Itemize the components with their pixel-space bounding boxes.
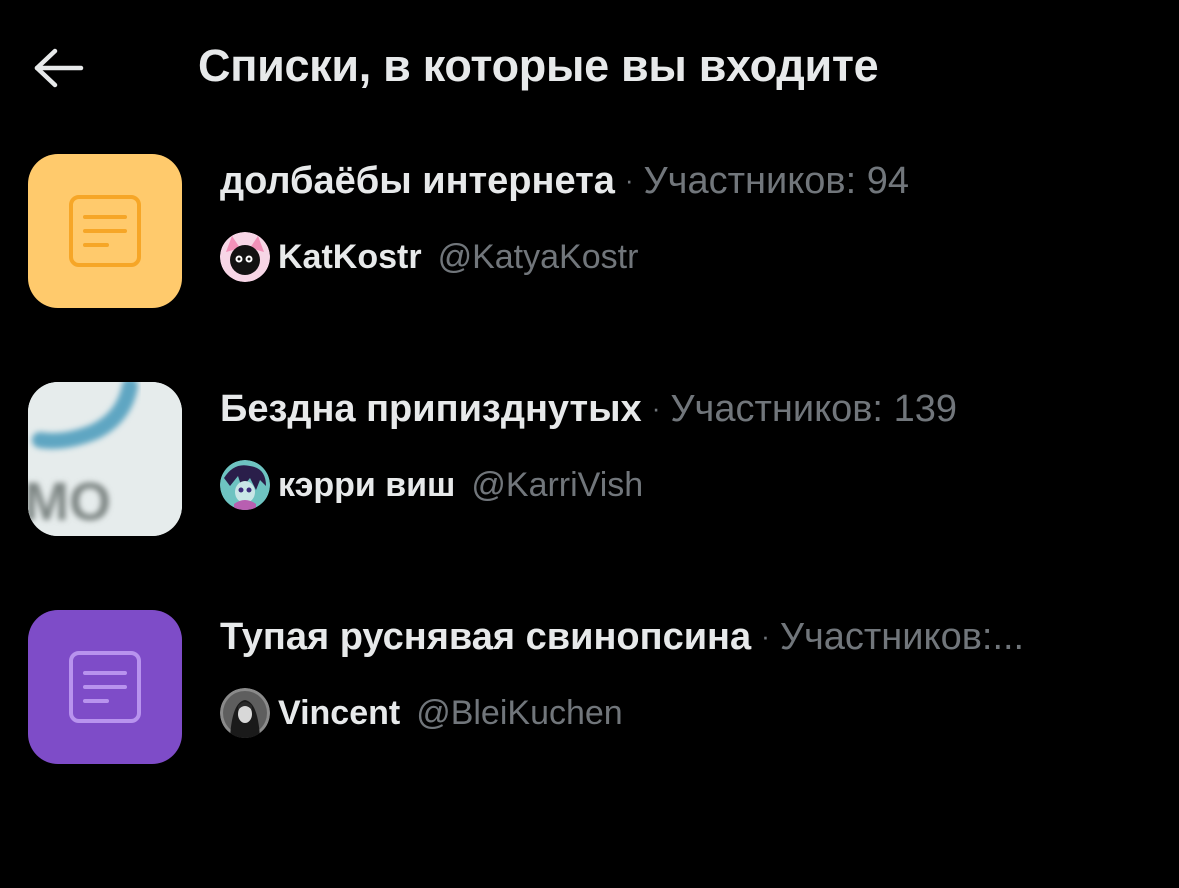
owner-handle: @BleiKuchen bbox=[416, 693, 623, 732]
members-label: Участников: bbox=[643, 160, 857, 202]
list-owner[interactable]: кэрри виш @KarriVish bbox=[220, 460, 643, 510]
list-title-line: долбаёбы интернета · Участников: 94 bbox=[220, 160, 1129, 203]
avatar bbox=[220, 232, 270, 282]
owner-name: кэрри виш bbox=[278, 465, 456, 504]
owner-name: KatKostr bbox=[278, 237, 422, 276]
list-name: Бездна припизднутых bbox=[220, 388, 642, 430]
members-label: Участников:... bbox=[779, 616, 1025, 658]
separator-dot: · bbox=[761, 621, 770, 651]
list-name: долбаёбы интернета bbox=[220, 160, 615, 202]
members-label: Участников: bbox=[670, 388, 883, 430]
list-owner[interactable]: Vincent @BleiKuchen bbox=[220, 688, 623, 738]
separator-dot: · bbox=[651, 393, 661, 423]
svg-text:MO: MO bbox=[28, 472, 111, 532]
list-doc-icon bbox=[69, 651, 141, 723]
list-doc-icon bbox=[69, 195, 141, 267]
members-count: 94 bbox=[866, 160, 909, 202]
members-count: 139 bbox=[893, 388, 957, 430]
page-title: Списки, в которые вы входите bbox=[198, 40, 879, 91]
avatar bbox=[220, 460, 270, 510]
list-photo: MO bbox=[28, 382, 182, 536]
avatar bbox=[220, 688, 270, 738]
owner-handle: @KarriVish bbox=[471, 465, 644, 504]
list-thumbnail bbox=[28, 610, 182, 764]
list-title-line: Тупая руснявая свинопсина · Участников:... bbox=[220, 616, 1129, 659]
separator-dot: · bbox=[624, 165, 634, 195]
list-thumbnail: MO bbox=[28, 382, 182, 536]
list-thumbnail bbox=[28, 154, 182, 308]
list-name: Тупая руснявая свинопсина bbox=[220, 616, 752, 658]
list-owner[interactable]: KatKostr @KatyaKostr bbox=[220, 232, 638, 282]
owner-name: Vincent bbox=[278, 693, 401, 732]
arrow-left-icon bbox=[34, 48, 84, 88]
list-item[interactable]: долбаёбы интернета · Участников: 94 KatKos… bbox=[0, 150, 1179, 340]
owner-handle: @KatyaKostr bbox=[437, 237, 639, 276]
list-title-line: Бездна припизднутых · Участников: 139 bbox=[220, 388, 1129, 431]
list-item[interactable]: Тупая руснявая свинопсина · Участников:...… bbox=[0, 606, 1179, 796]
back-button[interactable] bbox=[30, 42, 88, 94]
top-bar: Списки, в которые вы входите bbox=[0, 0, 1179, 140]
list-item[interactable]: MO Бездна припизднутых · Участников: 139 к… bbox=[0, 378, 1179, 568]
